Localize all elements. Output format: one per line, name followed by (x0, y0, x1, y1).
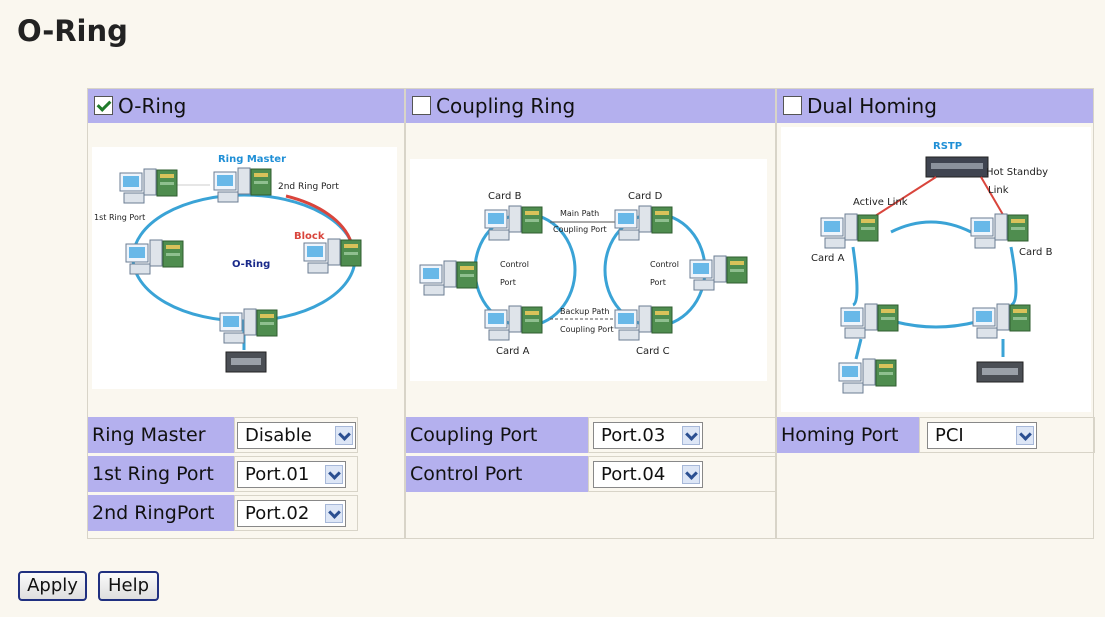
homing-header: Dual Homing (777, 89, 1093, 123)
second-ring-port-select[interactable]: Port.02 (237, 500, 346, 527)
oring-header: O-Ring (88, 89, 404, 123)
oring-1st-port-label: 1st Ring Port (94, 213, 145, 222)
chevron-down-icon[interactable] (682, 465, 700, 484)
card-b-label: Card B (488, 191, 522, 202)
homing-port-label: Homing Port (777, 417, 919, 453)
rstp-label: RSTP (933, 141, 962, 152)
homing-port-value: PCI (935, 425, 964, 446)
oring-block-label: Block (294, 231, 325, 242)
oring-center-label: O-Ring (232, 259, 270, 270)
ring-master-value: Disable (245, 425, 312, 446)
oring-2nd-port-label: 2nd Ring Port (278, 182, 339, 192)
page-title: O-Ring (17, 14, 128, 48)
first-ring-port-value: Port.01 (245, 464, 310, 485)
chevron-down-icon[interactable] (325, 504, 343, 523)
coupling-panel: Coupling Ring Card B Card D Main Path Co… (405, 88, 777, 539)
chevron-down-icon[interactable] (325, 465, 343, 484)
chevron-down-icon[interactable] (682, 426, 700, 445)
main-path-label: Main Path (560, 209, 599, 218)
first-ring-port-label: 1st Ring Port (88, 456, 234, 492)
coupling-header: Coupling Ring (406, 89, 775, 123)
homing-port-row: Homing Port PCI (777, 417, 1095, 453)
port-right-label: Port (650, 278, 666, 287)
coupling-port-label: Coupling Port (406, 417, 588, 453)
link-label: Link (988, 185, 1009, 196)
card-d-label: Card D (628, 191, 663, 202)
port-left-label: Port (500, 278, 516, 287)
coupling-checkbox[interactable] (412, 96, 431, 115)
oring-diagram: Ring Master 2nd Ring Port 1st Ring Port … (92, 147, 397, 389)
control-port-value: Port.04 (601, 464, 666, 485)
homing-card-b-label: Card B (1019, 247, 1053, 258)
first-ring-port-select[interactable]: Port.01 (237, 461, 346, 488)
card-a-label: Card A (496, 346, 530, 357)
apply-button[interactable]: Apply (18, 571, 87, 601)
coupling-port-top-label: Coupling Port (553, 225, 607, 234)
control-port-label: Control Port (406, 456, 588, 492)
coupling-port-value: Port.03 (601, 425, 666, 446)
oring-checkbox[interactable] (94, 96, 113, 115)
coupling-label: Coupling Ring (436, 94, 576, 118)
oring-panel: O-Ring Ring Master 2nd Ring Port 1st Rin… (87, 88, 405, 539)
control-left-label: Control (500, 260, 529, 269)
chevron-down-icon[interactable] (1016, 426, 1034, 445)
chevron-down-icon[interactable] (335, 426, 353, 445)
card-c-label: Card C (636, 346, 670, 357)
oring-label: O-Ring (118, 94, 187, 118)
oring-ring-master-label: Ring Master (218, 154, 286, 165)
second-ring-port-label: 2nd RingPort (88, 495, 234, 531)
coupling-port-bottom-label: Coupling Port (560, 325, 614, 334)
homing-label: Dual Homing (807, 94, 937, 118)
ring-master-select[interactable]: Disable (237, 422, 356, 449)
hot-standby-label: Hot Standby (986, 167, 1048, 178)
ring-master-label: Ring Master (88, 417, 234, 453)
backup-path-label: Backup Path (560, 307, 609, 316)
homing-port-select[interactable]: PCI (927, 422, 1037, 449)
control-port-select[interactable]: Port.04 (593, 461, 703, 488)
homing-checkbox[interactable] (783, 96, 802, 115)
control-right-label: Control (650, 260, 679, 269)
second-ring-port-value: Port.02 (245, 503, 310, 524)
coupling-port-select[interactable]: Port.03 (593, 422, 703, 449)
coupling-diagram: Card B Card D Main Path Coupling Port Co… (410, 159, 767, 381)
active-link-label: Active Link (853, 197, 908, 208)
first-ring-port-row: 1st Ring Port Port.01 (88, 456, 406, 492)
homing-diagram: RSTP Hot Standby Link Active Link Card A… (781, 127, 1091, 412)
homing-card-a-label: Card A (811, 253, 845, 264)
homing-panel: Dual Homing RSTP Hot Standby Link Active… (776, 88, 1095, 539)
help-button[interactable]: Help (98, 571, 159, 601)
control-port-row: Control Port Port.04 (406, 456, 777, 492)
ring-master-row: Ring Master Disable (88, 417, 406, 453)
second-ring-port-row: 2nd RingPort Port.02 (88, 495, 406, 531)
coupling-port-row: Coupling Port Port.03 (406, 417, 777, 453)
